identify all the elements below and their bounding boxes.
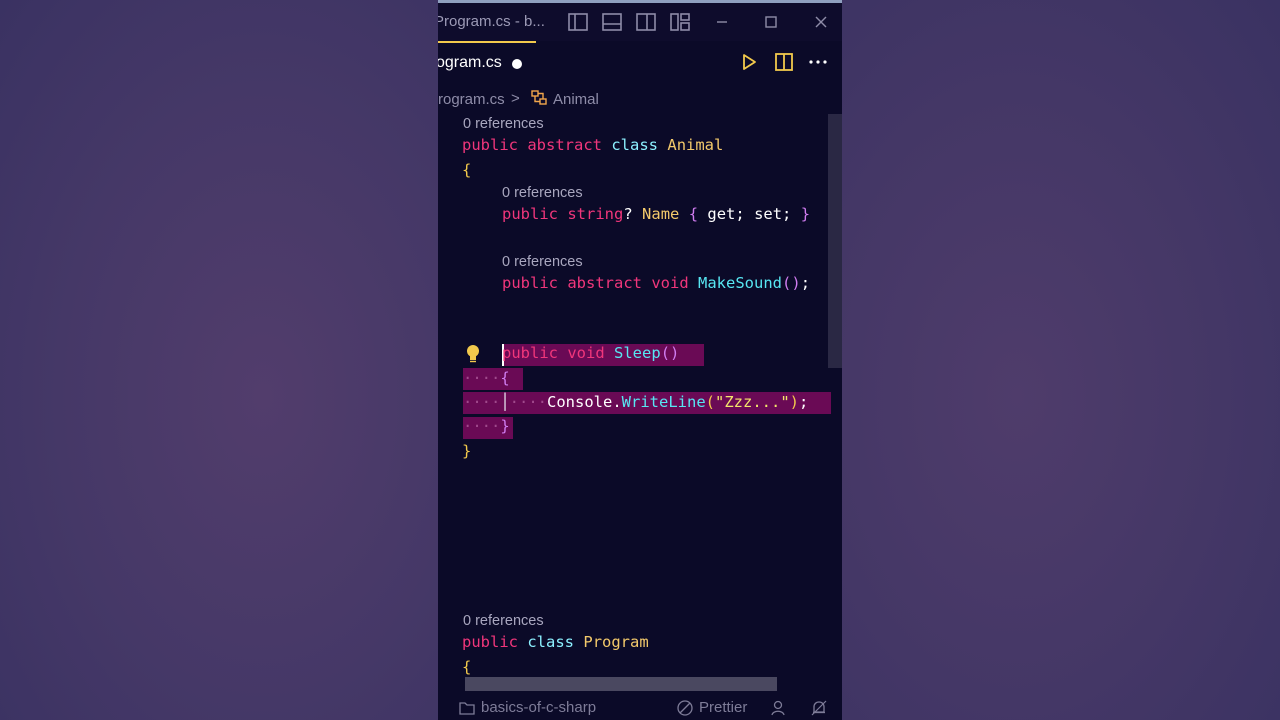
keyword: public — [502, 205, 558, 223]
keyword: public — [502, 274, 558, 292]
more-actions-icon[interactable] — [807, 51, 829, 73]
keyword: void — [567, 344, 605, 362]
codelens-references[interactable]: 0 references — [502, 185, 583, 201]
method-name: WriteLine — [621, 393, 706, 411]
accessor: set; — [754, 205, 792, 223]
punctuation: . — [612, 393, 622, 411]
code-line-open-brace: { — [462, 161, 472, 179]
code-line-program-class: public class Program — [462, 633, 649, 651]
identifier: Name — [642, 205, 680, 223]
whitespace-dots: ···· — [463, 417, 501, 435]
run-icon[interactable] — [738, 51, 760, 73]
keyword: public — [462, 633, 518, 651]
string-literal: "Zzz..." — [715, 393, 790, 411]
punctuation: ? — [623, 205, 633, 223]
code-editor[interactable]: 0 references public abstract class Anima… — [438, 114, 831, 698]
editor-window: Program.cs - b... ogram.cs rogram.cs > A… — [438, 0, 842, 720]
status-formatter[interactable]: Prettier — [699, 699, 747, 716]
lightbulb-icon[interactable] — [464, 343, 482, 363]
breadcrumb-separator: > — [511, 90, 520, 107]
keyword: public — [462, 136, 518, 154]
vertical-scrollbar[interactable] — [828, 114, 842, 368]
keyword: class — [611, 136, 659, 154]
code-line-class-close: } — [462, 442, 472, 460]
notifications-bell-icon[interactable] — [810, 699, 828, 717]
toggle-panel-icon[interactable] — [601, 11, 623, 33]
code-line-sleep-method: public void Sleep() — [502, 344, 679, 362]
breadcrumb-symbol[interactable]: Animal — [553, 91, 599, 108]
unsaved-dot-icon[interactable] — [512, 59, 522, 69]
horizontal-scrollbar[interactable] — [465, 677, 777, 691]
parens: ( — [705, 393, 716, 411]
punctuation: ; — [800, 274, 811, 292]
codelens-references[interactable]: 0 references — [463, 613, 544, 629]
brace: { — [688, 205, 699, 223]
code-line-writeline: ····│····Console.WriteLine("Zzz..."); — [463, 393, 809, 411]
split-editor-icon[interactable] — [773, 51, 795, 73]
brace: { — [500, 369, 510, 387]
close-icon[interactable] — [810, 11, 832, 33]
tab-program-cs[interactable]: ogram.cs — [438, 41, 536, 85]
whitespace-dots: ···· — [509, 393, 547, 411]
accounts-feedback-icon[interactable] — [770, 699, 788, 717]
accessor: get; — [707, 205, 745, 223]
code-line-program-open: { — [462, 658, 472, 676]
tab-label: ogram.cs — [438, 54, 502, 71]
background-left — [0, 0, 438, 720]
class-symbol-icon — [530, 89, 548, 107]
type-name: Animal — [667, 136, 724, 154]
method-name: Sleep — [614, 344, 661, 362]
keyword: void — [651, 274, 689, 292]
class-name: Console — [547, 393, 613, 411]
background-right — [842, 0, 1280, 720]
codelens-references[interactable]: 0 references — [463, 116, 544, 132]
keyword: abstract — [527, 136, 602, 154]
code-line-property: public string? Name { get; set; } — [502, 205, 810, 223]
parens: () — [660, 344, 680, 362]
keyword: abstract — [567, 274, 642, 292]
parens: ) — [789, 393, 800, 411]
prettier-status-icon — [676, 699, 694, 717]
title-bar: Program.cs - b... — [438, 3, 842, 41]
customize-layout-icon[interactable] — [669, 11, 691, 33]
breadcrumb: rogram.cs > Animal — [438, 86, 842, 114]
codelens-references[interactable]: 0 references — [502, 254, 583, 270]
keyword: public — [502, 344, 558, 362]
keyword: string — [567, 205, 624, 223]
brace: } — [800, 205, 811, 223]
whitespace-dots: ···· — [463, 369, 501, 387]
parens: () — [782, 274, 801, 292]
status-bar: basics-of-c-sharp Prettier — [438, 696, 842, 720]
type-name: Program — [583, 633, 649, 651]
window-title: Program.cs - b... — [438, 13, 545, 30]
tab-bar: ogram.cs — [438, 41, 842, 85]
toggle-primary-sidebar-icon[interactable] — [567, 11, 589, 33]
breadcrumb-file[interactable]: rogram.cs — [438, 91, 505, 108]
maximize-icon[interactable] — [760, 11, 782, 33]
code-line-abstract-method: public abstract void MakeSound(); — [502, 274, 810, 292]
folder-icon — [458, 699, 476, 717]
code-line-class-decl: public abstract class Animal — [462, 136, 723, 154]
code-line-method-open: ····{ — [463, 369, 510, 387]
punctuation: ; — [799, 393, 809, 411]
brace: } — [500, 417, 510, 435]
keyword: class — [527, 633, 575, 651]
status-folder[interactable]: basics-of-c-sharp — [481, 699, 596, 716]
toggle-secondary-sidebar-icon[interactable] — [635, 11, 657, 33]
whitespace-dots: ···· — [463, 393, 501, 411]
code-line-method-close: ····} — [463, 417, 510, 435]
method-name: MakeSound — [698, 274, 783, 292]
minimize-icon[interactable] — [711, 11, 733, 33]
